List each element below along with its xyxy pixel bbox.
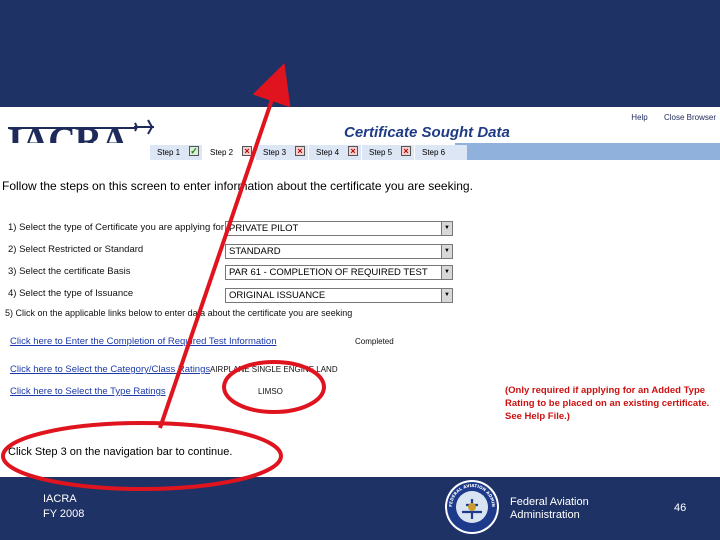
- step-navigation-bar: Step 1 ✓ Step 2 × Step 3 × Step 4 × Step…: [0, 143, 720, 160]
- completion-status: Completed: [355, 337, 394, 346]
- nav-bar-fill: [455, 143, 720, 160]
- instruction-text: Follow the steps on this screen to enter…: [2, 179, 473, 193]
- dropdown-arrow-icon[interactable]: ▼: [441, 222, 452, 235]
- type-ratings-value: LIMSO: [258, 387, 283, 396]
- restricted-standard-label: 2) Select Restricted or Standard: [8, 244, 144, 255]
- header-links: Help Close Browser: [617, 113, 716, 122]
- issuance-type-select[interactable]: ORIGINAL ISSUANCE ▼: [225, 288, 453, 303]
- certificate-basis-label: 3) Select the certificate Basis: [8, 266, 131, 277]
- tab-step-5[interactable]: Step 5 ×: [362, 145, 414, 160]
- category-class-link[interactable]: Click here to Select the Category/Class …: [10, 364, 210, 375]
- restricted-standard-select[interactable]: STANDARD ▼: [225, 244, 453, 259]
- step-label: Step 2: [210, 148, 234, 157]
- certificate-type-select[interactable]: PRIVATE PILOT ▼: [225, 221, 453, 236]
- footer-fiscal-year: FY 2008: [43, 508, 85, 520]
- cross-icon: ×: [401, 146, 411, 156]
- tab-step-6[interactable]: Step 6: [415, 145, 467, 160]
- tab-step-3[interactable]: Step 3 ×: [256, 145, 308, 160]
- selected-value: PAR 61 - COMPLETION OF REQUIRED TEST: [229, 267, 428, 278]
- step-label: Step 6: [422, 148, 446, 157]
- selected-value: ORIGINAL ISSUANCE: [229, 290, 326, 301]
- tab-step-4[interactable]: Step 4 ×: [309, 145, 361, 160]
- app-header: IACRA Certificate Sought Data Help Close…: [0, 107, 720, 162]
- agency-name-line1: Federal Aviation: [510, 496, 589, 508]
- agency-name-line2: Administration: [510, 509, 580, 521]
- cross-icon: ×: [242, 146, 252, 156]
- continue-instruction: Click Step 3 on the navigation bar to co…: [8, 446, 233, 458]
- page-title: Certificate Sought Data: [344, 124, 510, 141]
- certificate-basis-select[interactable]: PAR 61 - COMPLETION OF REQUIRED TEST ▼: [225, 265, 453, 280]
- slide-page-number: 46: [674, 502, 687, 514]
- cross-icon: ×: [295, 146, 305, 156]
- category-class-value: AIRPLANE SINGLE ENGINE LAND: [210, 365, 338, 374]
- tab-step-1[interactable]: Step 1 ✓: [150, 145, 202, 160]
- dropdown-arrow-icon[interactable]: ▼: [441, 289, 452, 302]
- tab-step-2[interactable]: Step 2 ×: [203, 145, 255, 160]
- step-label: Step 4: [316, 148, 340, 157]
- selected-value: PRIVATE PILOT: [229, 223, 299, 234]
- issuance-type-label: 4) Select the type of Issuance: [8, 288, 134, 299]
- faa-seal-icon: FEDERAL AVIATION ADMINISTRATION: [440, 479, 499, 534]
- step-label: Step 1: [157, 148, 181, 157]
- completion-test-link[interactable]: Click here to Enter the Completion of Re…: [10, 336, 277, 347]
- checkmark-icon: ✓: [189, 146, 199, 156]
- footer-org: IACRA FY 2008: [43, 492, 84, 522]
- added-type-rating-note: (Only required if applying for an Added …: [505, 385, 710, 422]
- dropdown-arrow-icon[interactable]: ▼: [441, 245, 452, 258]
- type-ratings-link[interactable]: Click here to Select the Type Ratings: [10, 386, 166, 397]
- cross-icon: ×: [348, 146, 358, 156]
- dropdown-arrow-icon[interactable]: ▼: [441, 266, 452, 279]
- close-browser-link[interactable]: Close Browser: [664, 113, 716, 122]
- help-link[interactable]: Help: [631, 113, 647, 122]
- certificate-type-label: 1) Select the type of Certificate you ar…: [8, 222, 224, 233]
- step-label: Step 5: [369, 148, 393, 157]
- iacra-screenshot: IACRA Certificate Sought Data Help Close…: [0, 107, 720, 477]
- step-label: Step 3: [263, 148, 287, 157]
- step5-instruction: 5) Click on the applicable links below t…: [5, 308, 353, 318]
- selected-value: STANDARD: [229, 246, 281, 257]
- footer-agency: Federal Aviation Administration: [510, 496, 589, 522]
- footer-org-name: IACRA: [43, 493, 77, 505]
- airplane-icon: [134, 119, 154, 135]
